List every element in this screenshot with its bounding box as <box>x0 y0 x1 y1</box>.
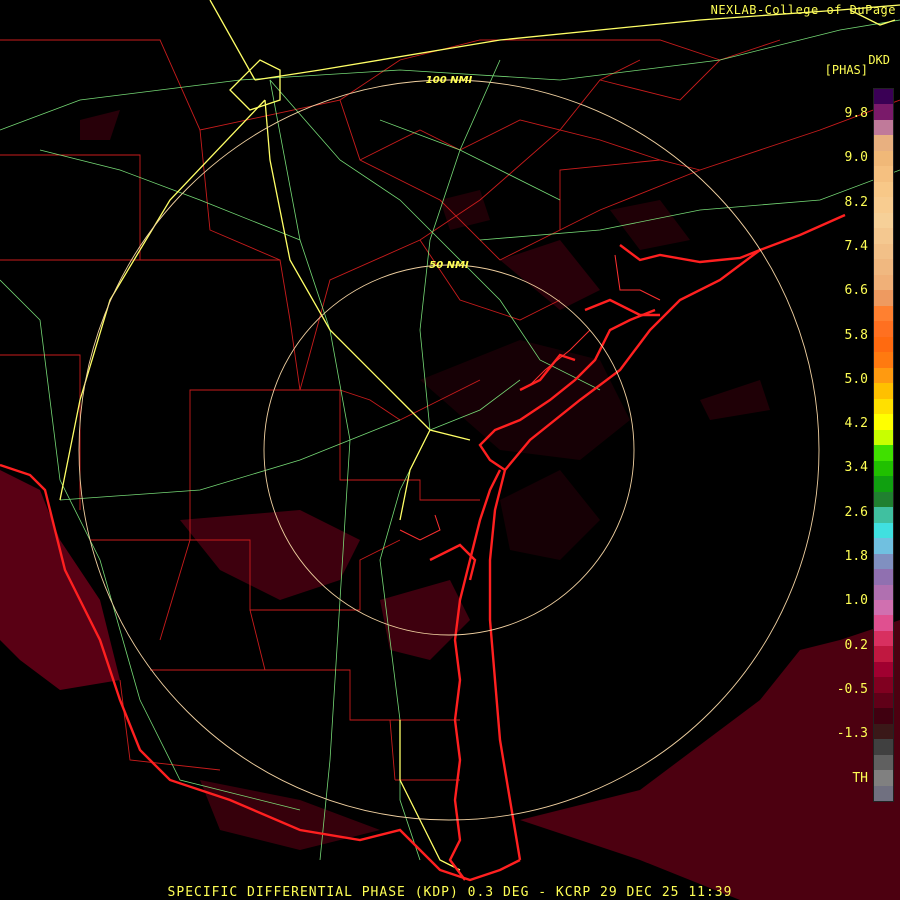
legend-tick-label: 0.2 <box>844 637 868 653</box>
legend-color-segment <box>874 599 893 616</box>
legend-color-segment <box>874 104 893 120</box>
legend-color-segment <box>874 677 893 693</box>
legend-tick-label: -0.5 <box>836 681 868 697</box>
legend-color-segment <box>874 507 893 523</box>
legend-color-segment <box>874 615 893 631</box>
product-code: DKD <box>868 53 890 67</box>
legend-tick-label: 4.2 <box>844 416 868 432</box>
legend-tick-label: 8.2 <box>844 194 868 210</box>
legend-tick-label: 6.6 <box>844 283 868 299</box>
legend-color-segment <box>874 460 893 477</box>
legend-color-segment <box>874 119 893 136</box>
legend-color-segment <box>874 290 893 306</box>
legend-color-segment <box>874 708 893 724</box>
legend-color-segment <box>874 569 893 585</box>
legend-color-segment <box>874 476 893 492</box>
legend-color-segment <box>874 398 893 415</box>
legend-color-segment <box>874 770 893 786</box>
legend-tick-label: -1.3 <box>836 726 868 742</box>
legend-color-segment <box>874 166 893 182</box>
legend-color-segment <box>874 135 893 151</box>
legend-color-segment <box>874 723 893 740</box>
color-legend-bar <box>873 88 894 802</box>
legend-color-segment <box>874 150 893 167</box>
legend-color-segment <box>874 445 893 461</box>
legend-color-segment <box>874 336 893 353</box>
legend-color-segment <box>874 212 893 229</box>
legend-color-segment <box>874 646 893 662</box>
legend-color-segment <box>874 305 893 322</box>
legend-color-segment <box>874 274 893 291</box>
legend-color-segment <box>874 553 893 570</box>
legend-color-segment <box>874 197 893 213</box>
legend-tick-label: 7.4 <box>844 238 868 254</box>
legend-color-segment <box>874 785 893 802</box>
legend-color-segment <box>874 383 893 399</box>
legend-tick-label: 9.0 <box>844 150 868 166</box>
credit-label: NEXLAB-College of DuPage <box>710 3 896 17</box>
legend-color-segment <box>874 630 893 647</box>
legend-color-segment <box>874 522 893 539</box>
legend-tick-label: 9.8 <box>844 106 868 121</box>
product-footer: SPECIFIC DIFFERENTIAL PHASE (KDP) 0.3 DE… <box>167 885 733 900</box>
legend-color-segment <box>874 352 893 368</box>
legend-color-segment <box>874 367 893 384</box>
legend-color-segment <box>874 89 893 105</box>
legend-color-segment <box>874 228 893 244</box>
range-ring-label-50: 50 NMI <box>429 260 469 271</box>
legend-color-segment <box>874 429 893 446</box>
legend-color-segment <box>874 181 893 198</box>
legend-color-segment <box>874 414 893 430</box>
legend-color-segment <box>874 491 893 508</box>
range-ring-label-100: 100 NMI <box>426 75 473 86</box>
legend-color-segment <box>874 754 893 771</box>
legend-tick-label: 2.6 <box>844 504 868 520</box>
legend-tick-label: 3.4 <box>844 460 868 476</box>
legend-tick-label: 5.0 <box>844 371 868 387</box>
legend-color-segment <box>874 321 893 337</box>
radar-map: 50 NMI 100 NMI <box>0 0 900 900</box>
legend-color-segment <box>874 584 893 600</box>
legend-color-segment <box>874 739 893 755</box>
legend-color-segment <box>874 243 893 260</box>
legend-tick-label: 1.8 <box>844 549 868 564</box>
legend-color-segment <box>874 259 893 275</box>
legend-color-segment <box>874 661 893 678</box>
legend-tick-label: TH <box>852 770 868 786</box>
legend-tick-label: 5.8 <box>844 327 868 343</box>
legend-tick-label: 1.0 <box>844 593 868 609</box>
legend-color-segment <box>874 538 893 554</box>
legend-color-segment <box>874 692 893 709</box>
units-label: [PHAS] <box>824 63 868 77</box>
